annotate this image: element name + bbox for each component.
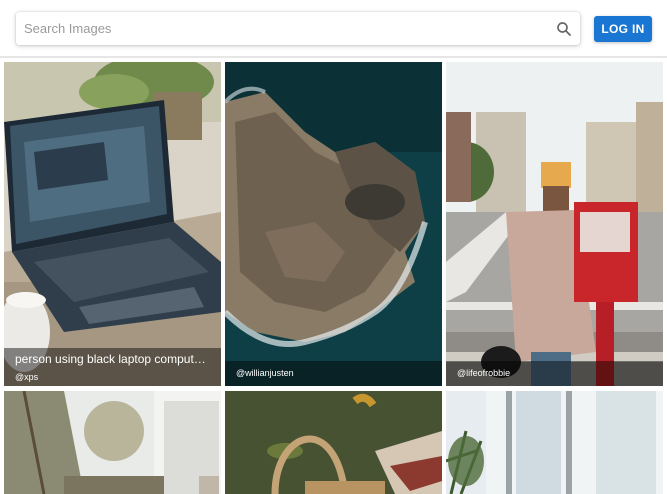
window-plant-photo xyxy=(446,391,663,494)
image-card[interactable] xyxy=(4,391,221,494)
app-header: LOG IN xyxy=(0,0,667,58)
image-author[interactable]: @lifeofrobbie xyxy=(457,368,510,378)
image-author[interactable]: @xps xyxy=(15,372,38,382)
image-title: person using black laptop computer ... xyxy=(15,352,211,366)
image-caption: @willianjusten xyxy=(225,361,442,386)
image-card[interactable] xyxy=(446,391,663,494)
image-grid: person using black laptop computer ... @… xyxy=(4,62,663,494)
image-caption: person using black laptop computer ... @… xyxy=(4,348,221,386)
login-button[interactable]: LOG IN xyxy=(594,16,652,42)
search-bar xyxy=(16,12,580,45)
basket-photo xyxy=(225,391,442,494)
image-card[interactable]: @willianjusten xyxy=(225,62,442,386)
image-card[interactable]: @lifeofrobbie xyxy=(446,62,663,386)
street-person-photo xyxy=(446,62,663,386)
trees-house-photo xyxy=(4,391,221,494)
search-icon[interactable] xyxy=(555,20,573,38)
image-card[interactable]: person using black laptop computer ... @… xyxy=(4,62,221,386)
image-author[interactable]: @willianjusten xyxy=(236,368,294,378)
image-card[interactable] xyxy=(225,391,442,494)
search-input[interactable] xyxy=(24,12,544,45)
image-caption: @lifeofrobbie xyxy=(446,361,663,386)
laptop-photo xyxy=(4,62,221,386)
aerial-coast-photo xyxy=(225,62,442,386)
